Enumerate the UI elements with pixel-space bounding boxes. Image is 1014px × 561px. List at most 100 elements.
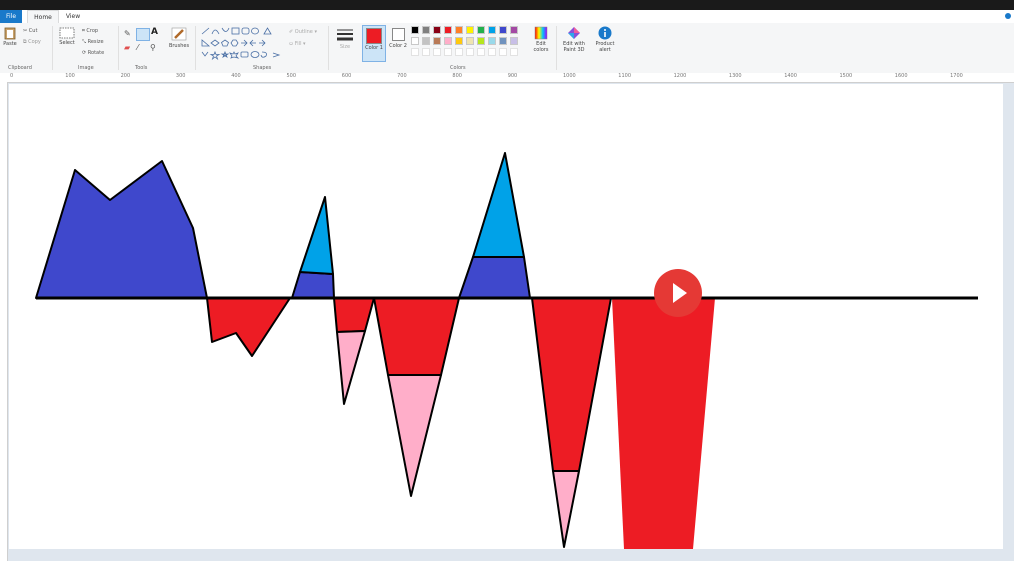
- rotate-button[interactable]: ⟳ Rotate: [82, 50, 104, 56]
- outline-label: Outline: [294, 29, 313, 35]
- size-button[interactable]: Size: [334, 27, 356, 50]
- cyan-peak-top: [299, 196, 334, 275]
- tab-file[interactable]: File: [0, 10, 22, 23]
- cut-button[interactable]: ✂ Cut: [23, 28, 37, 34]
- palette-swatch[interactable]: [433, 26, 441, 34]
- palette-swatch[interactable]: [499, 26, 507, 34]
- red-shape-2: [333, 297, 375, 333]
- palette-swatch[interactable]: [488, 37, 496, 45]
- custom-color-slot[interactable]: [466, 48, 474, 56]
- eraser-tool[interactable]: ▰: [124, 43, 130, 52]
- ruler-tick-label: 400: [231, 73, 241, 79]
- custom-color-slot[interactable]: [411, 48, 419, 56]
- custom-color-slot[interactable]: [422, 48, 430, 56]
- red-shape-3: [373, 297, 460, 376]
- drawing-canvas[interactable]: [9, 84, 1003, 549]
- ribbon-tabs: File Home View: [0, 10, 1014, 24]
- custom-color-slot[interactable]: [455, 48, 463, 56]
- palette-swatch[interactable]: [455, 37, 463, 45]
- brushes-button[interactable]: Brushes: [168, 26, 190, 49]
- custom-color-slot[interactable]: [433, 48, 441, 56]
- custom-color-slot[interactable]: [477, 48, 485, 56]
- ruler-tick-label: 1300: [728, 73, 742, 79]
- copy-button[interactable]: ⧉ Copy: [23, 39, 41, 45]
- custom-color-slot[interactable]: [488, 48, 496, 56]
- edit-colors-button[interactable]: Edit colors: [530, 26, 552, 53]
- custom-color-slot[interactable]: [499, 48, 507, 56]
- rotate-label: Rotate: [87, 50, 105, 56]
- paste-button[interactable]: Paste: [2, 26, 18, 47]
- paste-label: Paste: [3, 41, 17, 47]
- tab-view[interactable]: View: [60, 10, 86, 23]
- palette-swatch[interactable]: [411, 37, 419, 45]
- palette-swatch[interactable]: [510, 26, 518, 34]
- chevron-down-icon: ▾: [312, 29, 317, 35]
- palette-swatch[interactable]: [444, 26, 452, 34]
- red-shape-1: [206, 297, 291, 357]
- magnifier-tool[interactable]: ⚲: [150, 43, 156, 52]
- palette-swatch[interactable]: [466, 37, 474, 45]
- palette-swatch[interactable]: [488, 26, 496, 34]
- chevron-down-icon: ▾: [301, 41, 306, 47]
- line-size-icon: [337, 29, 353, 41]
- eyedropper-icon: ⁄: [137, 43, 139, 52]
- custom-color-slot[interactable]: [444, 48, 452, 56]
- blue-peak-base-2: [458, 256, 531, 299]
- product-alert-label: Product alert: [595, 41, 615, 53]
- ruler-tick-label: 1100: [618, 73, 632, 79]
- fill-tool[interactable]: [136, 28, 150, 41]
- ruler-tick-label: 1500: [839, 73, 853, 79]
- palette-swatch[interactable]: [422, 37, 430, 45]
- palette-swatch[interactable]: [499, 37, 507, 45]
- brush-icon: [171, 27, 187, 41]
- separator: [195, 26, 196, 70]
- color1-button[interactable]: Color 1: [362, 25, 386, 62]
- palette-swatch[interactable]: [433, 37, 441, 45]
- ruler-tick-label: 600: [341, 73, 352, 79]
- palette-swatch[interactable]: [422, 26, 430, 34]
- shapes-group-label: Shapes: [253, 65, 272, 71]
- select-icon: [59, 27, 75, 39]
- palette-swatch[interactable]: [444, 37, 452, 45]
- cut-label: Cut: [28, 28, 38, 34]
- product-alert-button[interactable]: Product alert: [592, 26, 618, 53]
- shapes-gallery[interactable]: [200, 26, 282, 62]
- palette-swatch[interactable]: [411, 26, 419, 34]
- palette-swatch[interactable]: [455, 26, 463, 34]
- tools-group-label: Tools: [135, 65, 148, 71]
- ruler-tick-label: 500: [286, 73, 297, 79]
- cyan-peak-top-2: [472, 152, 525, 258]
- ruler-tick-label: 1600: [894, 73, 908, 79]
- text-tool[interactable]: A: [151, 27, 158, 37]
- custom-color-slot[interactable]: [510, 48, 518, 56]
- outline-dropdown[interactable]: ✐ Outline ▾: [289, 29, 317, 35]
- crop-button[interactable]: ⌗ Crop: [82, 28, 98, 34]
- ruler-tick-label: 100: [65, 73, 75, 79]
- blue-mountain-shape: [35, 160, 208, 299]
- ruler-tick-label: 900: [507, 73, 518, 79]
- tab-home[interactable]: Home: [27, 10, 59, 23]
- ribbon: Paste ✂ Cut ⧉ Copy Clipboard Select ⌗ Cr…: [0, 23, 1014, 74]
- select-button[interactable]: Select: [57, 27, 77, 46]
- video-play-button[interactable]: [654, 269, 702, 317]
- brushes-label: Brushes: [168, 43, 190, 49]
- palette-swatch[interactable]: [477, 26, 485, 34]
- pink-spike-3: [552, 470, 580, 548]
- ruler-tick-label: 0: [10, 73, 14, 79]
- fill-dropdown[interactable]: ⛀ Fill ▾: [289, 41, 306, 47]
- color2-label: Color 2: [389, 43, 407, 49]
- color2-button[interactable]: Color 2: [388, 25, 408, 49]
- paint3d-label: Edit with Paint 3D: [563, 41, 585, 53]
- palette-swatch[interactable]: [477, 37, 485, 45]
- pencil-tool[interactable]: ✎: [124, 29, 131, 38]
- pink-spike-2: [387, 374, 442, 497]
- text-icon: A: [151, 27, 158, 37]
- palette-swatch[interactable]: [510, 37, 518, 45]
- edit-with-paint3d-button[interactable]: Edit with Paint 3D: [560, 26, 588, 53]
- resize-button[interactable]: ⤡ Resize: [82, 39, 104, 45]
- color-picker-tool[interactable]: ⁄: [137, 43, 138, 52]
- help-icon[interactable]: [1005, 13, 1011, 19]
- ruler-tick-label: 1200: [673, 73, 687, 79]
- palette-swatch[interactable]: [466, 26, 474, 34]
- ruler-tick-label: 200: [120, 73, 131, 79]
